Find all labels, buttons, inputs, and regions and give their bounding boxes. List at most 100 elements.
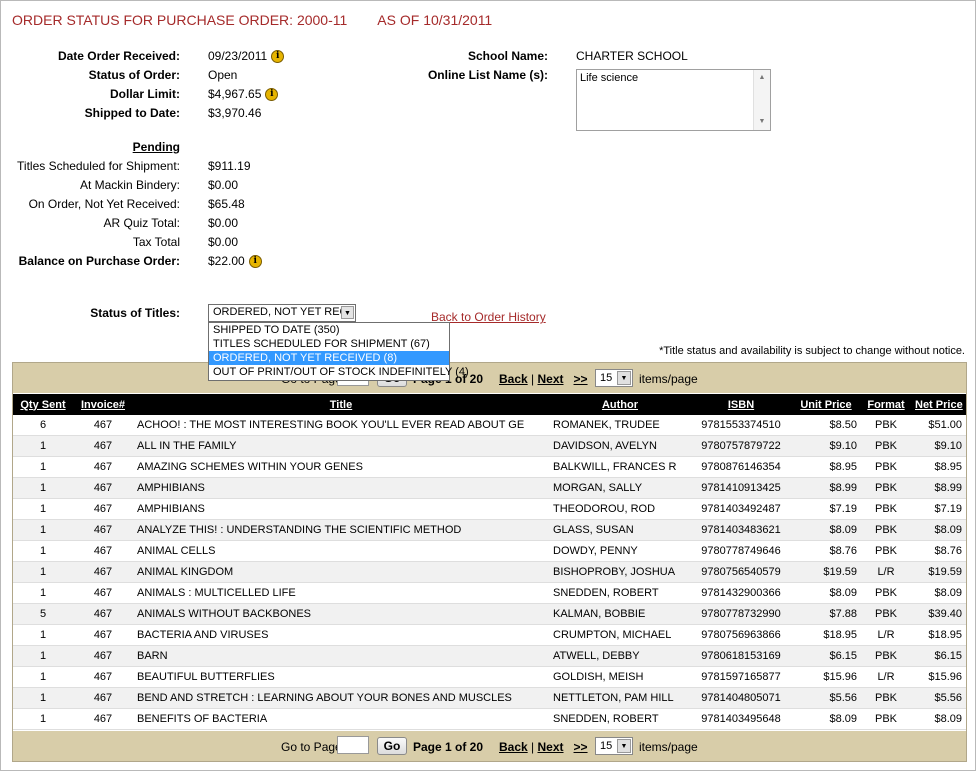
table-row: 1 467 AMAZING SCHEMES WITHIN YOUR GENES BAL… (13, 456, 966, 478)
status-dropdown-list[interactable]: SHIPPED TO DATE (350) TITLES SCHEDULED FO… (208, 322, 469, 381)
table-cell: BALKWILL, FRANCES R (549, 456, 691, 478)
info-icon[interactable]: i (265, 88, 279, 102)
go-button[interactable]: Go (377, 737, 407, 755)
balance-label: Balance on Purchase Order: (18, 254, 180, 268)
next-link[interactable]: Next (538, 740, 564, 754)
page-number-input[interactable] (337, 736, 369, 754)
table-cell: 467 (73, 435, 133, 457)
pager-nav: Back | Next >> (499, 740, 588, 754)
list-scrollbar[interactable]: ▲ ▼ (753, 70, 770, 130)
column-header[interactable]: Unit Price (791, 394, 861, 415)
info-icon[interactable]: i (248, 255, 262, 269)
table-cell: L/R (861, 561, 911, 583)
table-cell: $15.96 (911, 666, 966, 688)
table-cell: BACTERIA AND VIRUSES (133, 624, 549, 646)
table-row: 1 467 ANIMALS : MULTICELLED LIFE SNEDDEN, R… (13, 582, 966, 604)
table-cell: ACHOO! : THE MOST INTERESTING BOOK YOU'L… (133, 415, 549, 436)
table-cell: PBK (861, 415, 911, 436)
status-option[interactable]: ORDERED, NOT YET RECEIVED (8) (209, 351, 449, 365)
column-header[interactable]: ISBN (691, 394, 791, 415)
column-header[interactable]: Net Price (911, 394, 966, 415)
pager-nav: Back | Next >> (499, 372, 588, 386)
table-cell: 1 (13, 498, 73, 520)
table-cell: ANIMALS : MULTICELLED LIFE (133, 582, 549, 604)
table-cell: 1 (13, 645, 73, 667)
table-cell: $8.95 (791, 456, 861, 478)
date-received-value: 09/23/2011 i (208, 49, 285, 64)
online-list-label: Online List Name (s): (427, 68, 548, 82)
table-cell: ANALYZE THIS! : UNDERSTANDING THE SCIENT… (133, 519, 549, 541)
scroll-up-icon[interactable]: ▲ (754, 71, 770, 85)
titles-table: Qty Sent Invoice# Title Author ISBN Unit Pric… (13, 394, 966, 730)
table-cell: $8.76 (791, 540, 861, 562)
table-cell: MORGAN, SALLY (549, 477, 691, 499)
online-list-item[interactable]: Life science (580, 72, 638, 84)
table-cell: $8.95 (911, 456, 966, 478)
items-per-page-label: items/page (639, 740, 698, 754)
scroll-down-icon[interactable]: ▼ (754, 115, 770, 129)
shipped-to-date-value: $3,970.46 (208, 106, 262, 120)
column-header[interactable]: Qty Sent (13, 394, 73, 415)
table-cell: AMAZING SCHEMES WITHIN YOUR GENES (133, 456, 549, 478)
page-info: Page 1 of 20 (413, 740, 484, 754)
table-cell: 9781403495648 (691, 708, 791, 730)
back-link[interactable]: Back (499, 372, 528, 386)
info-icon[interactable]: i (271, 50, 285, 64)
table-cell: ATWELL, DEBBY (549, 645, 691, 667)
table-cell: $18.95 (911, 624, 966, 646)
table-cell: 9781432900366 (691, 582, 791, 604)
order-status-label: Status of Order: (88, 68, 180, 82)
table-cell: 9781410913425 (691, 477, 791, 499)
table-cell: 467 (73, 687, 133, 709)
table-cell: 467 (73, 477, 133, 499)
table-cell: 9781553374510 (691, 415, 791, 436)
table-cell: KALMAN, BOBBIE (549, 603, 691, 625)
table-cell: PBK (861, 456, 911, 478)
chevron-down-icon[interactable]: ▼ (617, 739, 631, 753)
table-cell: $8.09 (911, 582, 966, 604)
column-header[interactable]: Title (133, 394, 549, 415)
table-row: 1 467 BEND AND STRETCH : LEARNING ABOUT YO… (13, 687, 966, 709)
pending-item-label: Tax Total (132, 235, 180, 249)
table-row: 1 467 AMPHIBIANS THEODOROU, ROD 978140349248… (13, 498, 966, 520)
chevron-down-icon[interactable]: ▼ (617, 371, 631, 385)
page-size-select[interactable]: 15 ▼ (595, 737, 633, 755)
status-select[interactable]: ORDERED, NOT YET REC ▼ (208, 304, 356, 322)
table-cell: $39.40 (911, 603, 966, 625)
order-title: ORDER STATUS FOR PURCHASE ORDER: 2000-11 (12, 12, 348, 28)
table-row: 1 467 BARN ATWELL, DEBBY 9780618153169 $6.15 P… (13, 645, 966, 667)
last-page-link[interactable]: >> (574, 740, 588, 754)
pending-item-value: $0.00 (208, 235, 239, 249)
table-row: 1 467 ANALYZE THIS! : UNDERSTANDING THE SC… (13, 519, 966, 541)
table-cell: 467 (73, 540, 133, 562)
table-cell: ROMANEK, TRUDEE (549, 415, 691, 436)
column-header[interactable]: Invoice# (73, 394, 133, 415)
table-cell: 9780778749646 (691, 540, 791, 562)
pending-heading: Pending (132, 140, 180, 154)
pending-item-label: On Order, Not Yet Received: (28, 197, 180, 211)
next-link[interactable]: Next (538, 372, 564, 386)
table-cell: SNEDDEN, ROBERT (549, 708, 691, 730)
table-header-row: Qty Sent Invoice# Title Author ISBN Unit Pric… (13, 394, 966, 415)
status-option[interactable]: TITLES SCHEDULED FOR SHIPMENT (67) (209, 337, 449, 351)
page-size-select[interactable]: 15 ▼ (595, 369, 633, 387)
pending-item-value: $911.19 (208, 159, 251, 173)
last-page-link[interactable]: >> (574, 372, 588, 386)
titles-grid: Go to Page Go Page 1 of 20 Back | Next >… (12, 362, 967, 762)
table-cell: 1 (13, 561, 73, 583)
table-cell: BENEFITS OF BACTERIA (133, 708, 549, 730)
table-cell: GLASS, SUSAN (549, 519, 691, 541)
online-list-box[interactable]: Life science ▲ ▼ (576, 69, 771, 131)
status-option[interactable]: OUT OF PRINT/OUT OF STOCK INDEFINITELY (… (209, 365, 469, 379)
table-cell: ANIMALS WITHOUT BACKBONES (133, 603, 549, 625)
table-cell: 1 (13, 456, 73, 478)
status-option[interactable]: SHIPPED TO DATE (350) (209, 323, 449, 337)
table-cell: $8.09 (911, 708, 966, 730)
chevron-down-icon[interactable]: ▼ (341, 306, 354, 319)
column-header[interactable]: Format (861, 394, 911, 415)
table-cell: 9781403492487 (691, 498, 791, 520)
column-header[interactable]: Author (549, 394, 691, 415)
back-link[interactable]: Back (499, 740, 528, 754)
table-cell: PBK (861, 687, 911, 709)
table-cell: ANIMAL CELLS (133, 540, 549, 562)
